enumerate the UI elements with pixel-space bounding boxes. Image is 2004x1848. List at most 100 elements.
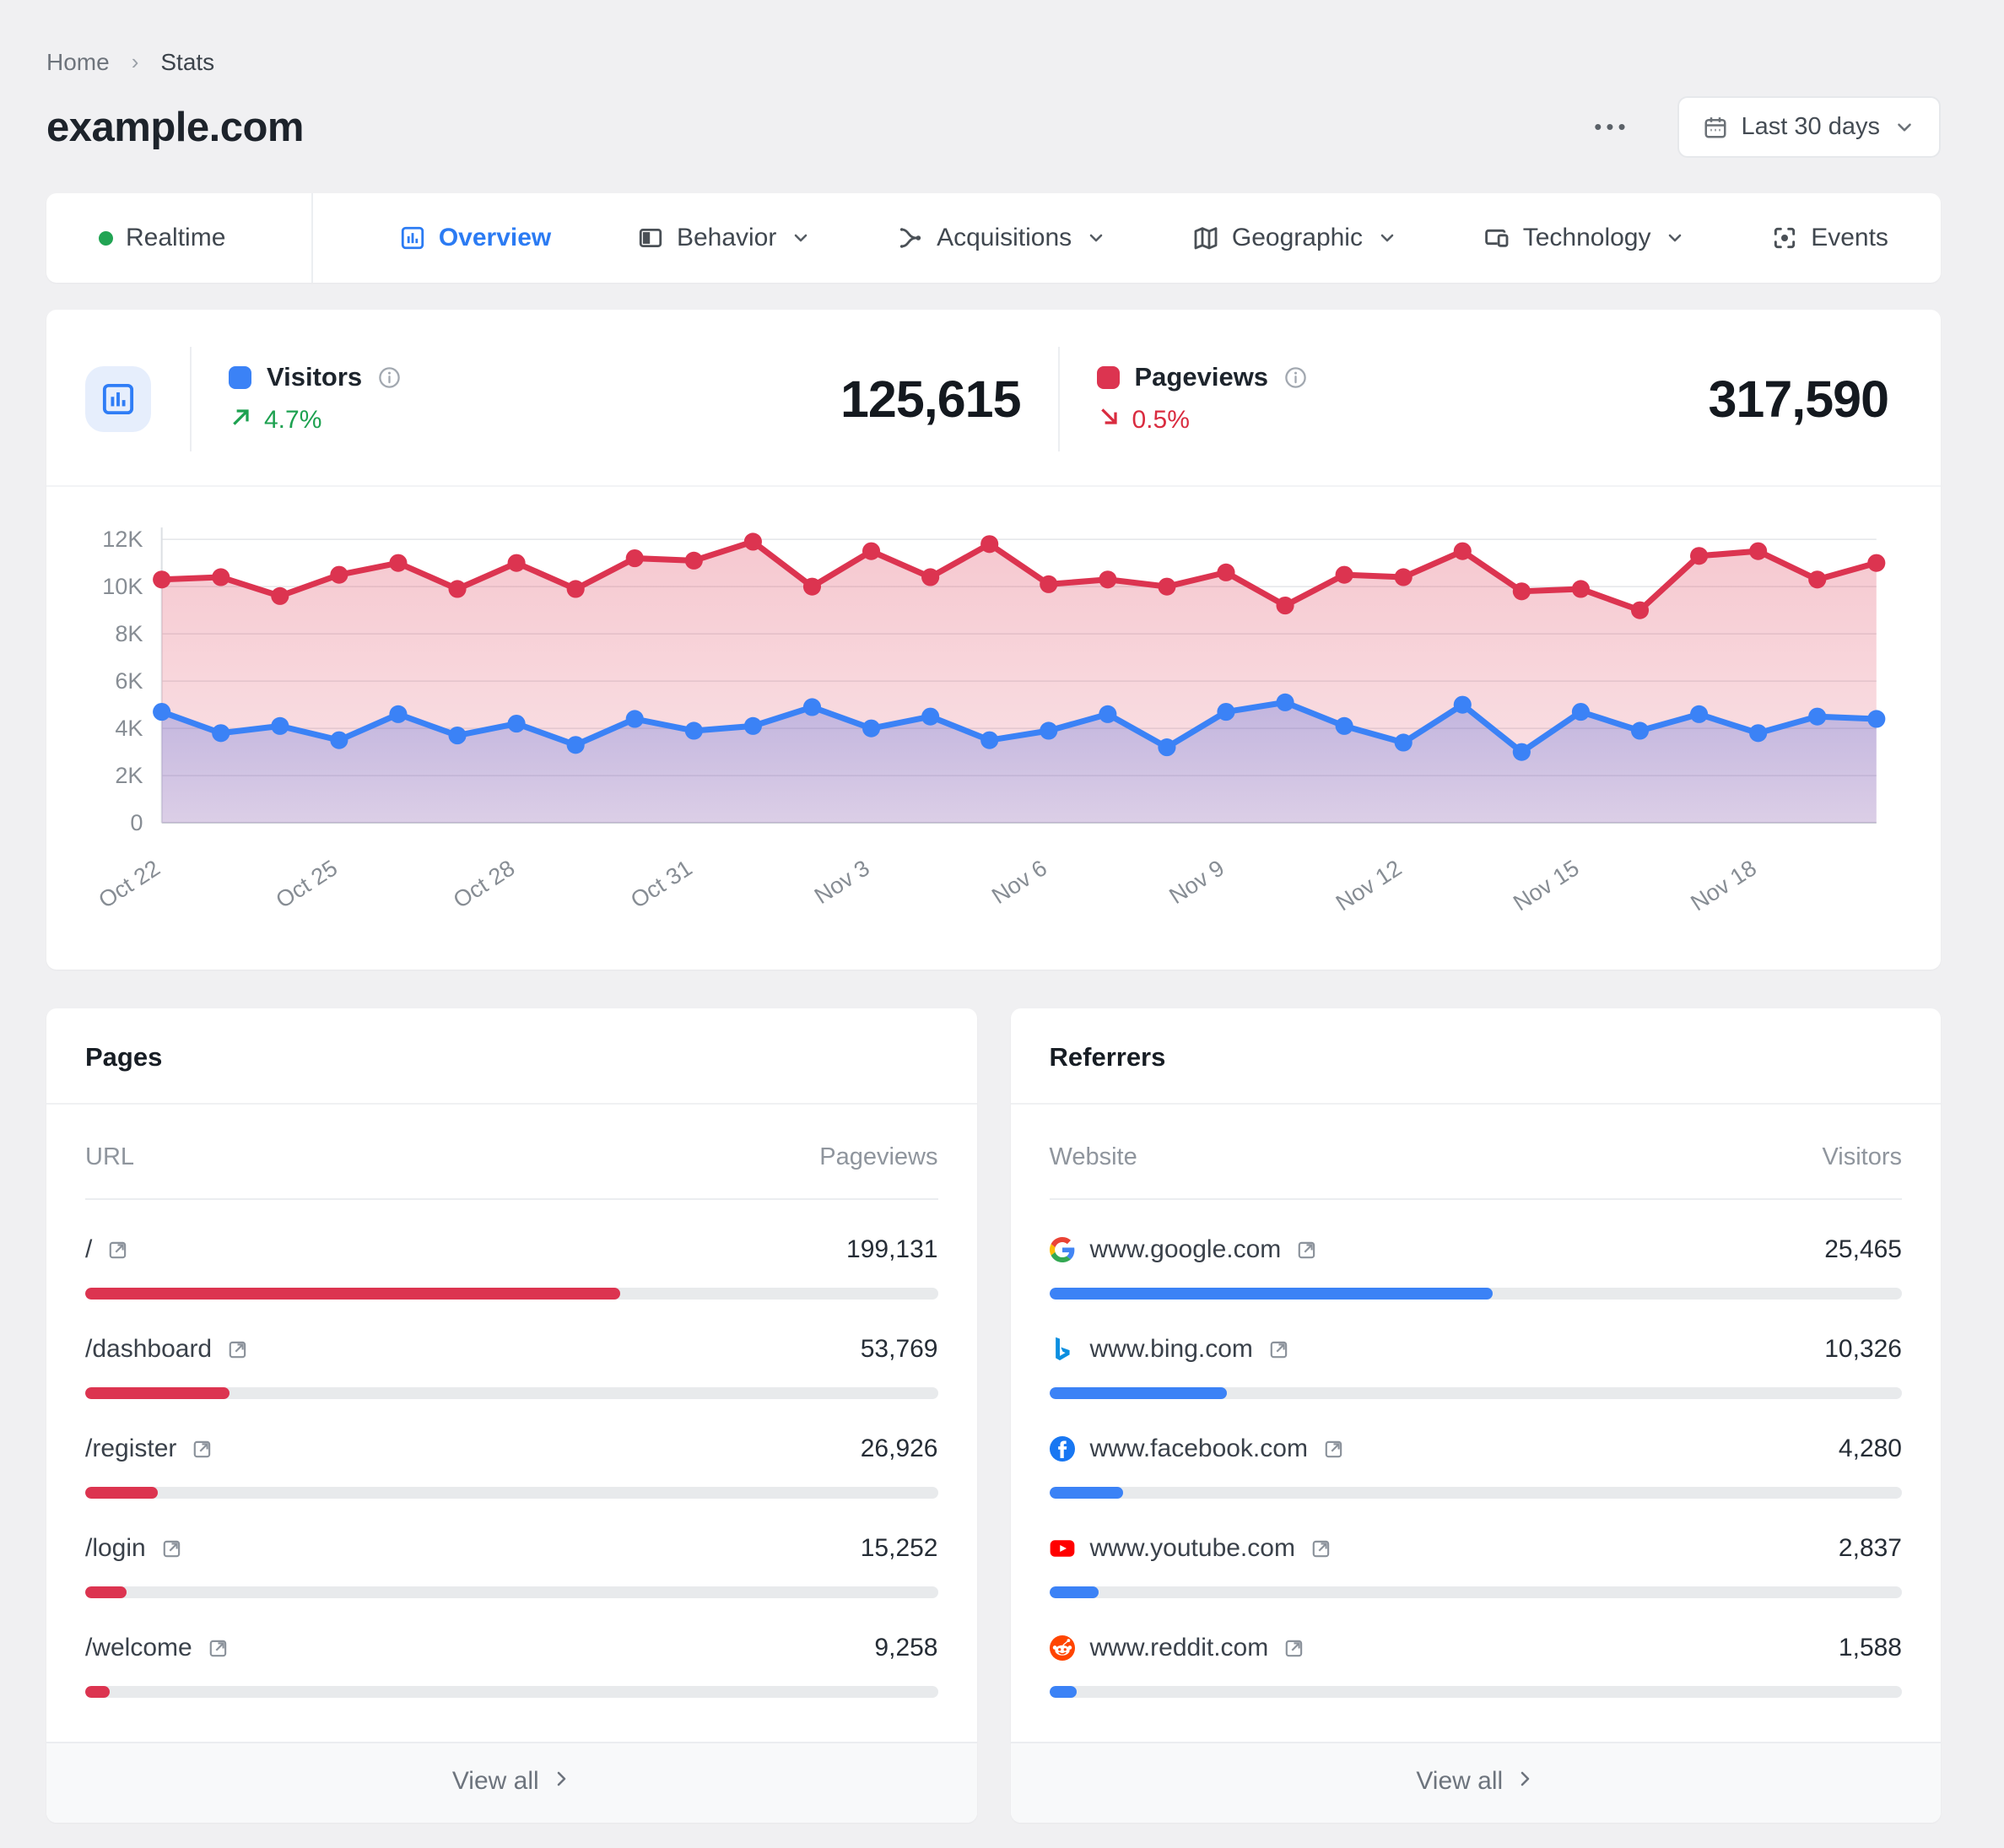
svg-text:2K: 2K [115, 762, 143, 788]
realtime-indicator-dot [99, 231, 113, 246]
svg-text:Nov 3: Nov 3 [809, 855, 873, 910]
traffic-trend-chart: 02K4K6K8K10K12KOct 22Oct 25Oct 28Oct 31N… [70, 516, 1904, 944]
row-label: www.facebook.com [1090, 1435, 1308, 1463]
external-link-icon [161, 1537, 183, 1559]
pageviews-stat: Pageviews 0.5% 317,590 [1060, 362, 1898, 436]
svg-text:Nov 15: Nov 15 [1509, 855, 1584, 916]
info-icon[interactable] [1283, 365, 1308, 390]
visitors-value: 125,615 [840, 370, 1021, 429]
breadcrumb-home-link[interactable]: Home [46, 49, 110, 76]
tab-realtime[interactable]: Realtime [99, 224, 225, 252]
row-link[interactable]: /login [85, 1534, 183, 1563]
svg-text:4K: 4K [115, 715, 143, 741]
row-link[interactable]: www.reddit.com [1050, 1634, 1306, 1662]
chevron-down-icon [1377, 228, 1397, 248]
tab-behavior[interactable]: Behavior [637, 224, 811, 252]
chevron-down-icon [1893, 116, 1915, 138]
row-value: 10,326 [1824, 1335, 1902, 1364]
page-row: /199,131 [85, 1200, 938, 1300]
external-link-icon [1296, 1239, 1318, 1261]
youtube-favicon-icon [1050, 1536, 1075, 1561]
external-link-icon [1323, 1438, 1345, 1460]
row-label: /register [85, 1435, 176, 1463]
share-bar [1050, 1686, 1903, 1698]
chevron-down-icon [1665, 228, 1685, 248]
row-link[interactable]: /register [85, 1435, 213, 1463]
visitors-stat: Visitors 4.7% 125,615 [192, 362, 1058, 436]
referrers-view-all-button[interactable]: View all [1011, 1742, 1942, 1823]
row-link[interactable]: / [85, 1235, 129, 1264]
svg-text:8K: 8K [115, 620, 143, 646]
column-header-url: URL [85, 1143, 134, 1171]
row-link[interactable]: www.youtube.com [1050, 1534, 1332, 1563]
row-label: /login [85, 1534, 146, 1563]
share-bar [85, 1288, 938, 1300]
visitors-change: 4.7% [229, 404, 402, 436]
tab-events[interactable]: Events [1771, 224, 1888, 252]
more-menu-button[interactable]: ••• [1585, 105, 1638, 149]
share-bar [85, 1387, 938, 1399]
page-row: /welcome9,258 [85, 1598, 938, 1735]
bar-chart-icon [399, 224, 426, 251]
share-bar [1050, 1288, 1903, 1300]
tab-acquisitions[interactable]: Acquisitions [897, 224, 1106, 252]
tab-technology[interactable]: Technology [1483, 224, 1686, 252]
breadcrumb-separator-icon: › [132, 49, 139, 75]
pages-card-title: Pages [46, 1008, 977, 1105]
reddit-favicon-icon [1050, 1635, 1075, 1661]
date-range-button[interactable]: Last 30 days [1677, 96, 1941, 158]
external-link-icon [1310, 1537, 1332, 1559]
referrer-row: www.google.com25,465 [1050, 1200, 1903, 1300]
svg-text:12K: 12K [102, 526, 143, 552]
chevron-right-icon [551, 1767, 571, 1796]
devices-icon [1483, 224, 1510, 251]
svg-text:Nov 6: Nov 6 [987, 855, 1051, 910]
svg-text:Nov 12: Nov 12 [1331, 855, 1406, 916]
pageviews-value: 317,590 [1709, 370, 1889, 429]
share-bar [1050, 1487, 1903, 1499]
page-row: /login15,252 [85, 1499, 938, 1598]
page-row: /dashboard53,769 [85, 1300, 938, 1399]
nav-tabs: Realtime Overview Behavior Acquisitions [46, 193, 1941, 283]
info-icon[interactable] [377, 365, 402, 390]
row-link[interactable]: www.bing.com [1050, 1335, 1290, 1364]
arrow-down-right-icon [1097, 404, 1122, 436]
referrer-row: www.bing.com 10,326 [1050, 1300, 1903, 1399]
row-link[interactable]: /dashboard [85, 1335, 249, 1364]
visitors-label: Visitors [267, 362, 362, 392]
svg-text:Oct 31: Oct 31 [626, 855, 697, 914]
row-label: www.reddit.com [1090, 1634, 1269, 1662]
map-icon [1192, 224, 1219, 251]
chart-area: 02K4K6K8K10K12KOct 22Oct 25Oct 28Oct 31N… [46, 485, 1941, 970]
facebook-favicon-icon [1050, 1436, 1075, 1462]
detail-tables: Pages URL Pageviews /199,131/dashboard53… [46, 1008, 1941, 1848]
row-label: / [85, 1235, 92, 1264]
row-link[interactable]: www.google.com [1050, 1235, 1319, 1264]
row-link[interactable]: /welcome [85, 1634, 230, 1662]
pages-rows: /199,131/dashboard53,769/register26,926/… [85, 1200, 938, 1735]
referrers-card: Referrers Website Visitors www.google.co… [1011, 1008, 1942, 1823]
svg-text:Nov 9: Nov 9 [1164, 855, 1229, 910]
row-link[interactable]: www.facebook.com [1050, 1435, 1345, 1463]
share-bar [85, 1487, 938, 1499]
row-label: /welcome [85, 1634, 192, 1662]
tab-geographic[interactable]: Geographic [1192, 224, 1397, 252]
row-label: /dashboard [85, 1335, 212, 1364]
date-range-label: Last 30 days [1742, 113, 1880, 141]
referrer-row: www.youtube.com2,837 [1050, 1499, 1903, 1598]
referrers-column-headers: Website Visitors [1050, 1118, 1903, 1200]
chevron-right-icon [1515, 1767, 1535, 1796]
external-link-icon [227, 1338, 249, 1360]
stats-row: Visitors 4.7% 125,615 [46, 310, 1941, 485]
pages-column-headers: URL Pageviews [85, 1118, 938, 1200]
pages-card: Pages URL Pageviews /199,131/dashboard53… [46, 1008, 977, 1823]
scan-focus-icon [1771, 224, 1798, 251]
pages-view-all-button[interactable]: View all [46, 1742, 977, 1823]
pageviews-swatch [1097, 366, 1120, 389]
analytics-dashboard: Home › Stats example.com ••• Last 30 day… [46, 0, 1941, 1848]
chevron-down-icon [791, 228, 811, 248]
svg-text:Oct 25: Oct 25 [271, 855, 342, 914]
svg-text:Nov 18: Nov 18 [1686, 855, 1761, 916]
pageviews-label: Pageviews [1135, 362, 1269, 392]
tab-overview[interactable]: Overview [399, 224, 551, 252]
